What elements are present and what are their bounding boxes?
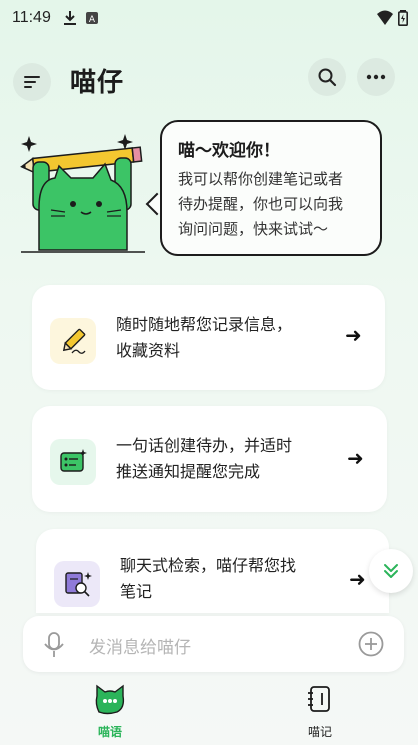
feature-text: 聊天式检索，喵仔帮您找 [120, 556, 297, 575]
feature-text: 笔记 [120, 582, 153, 601]
tab-label: 喵语 [97, 725, 122, 739]
cat-chat-icon [95, 684, 125, 715]
app-header: 喵仔 [0, 58, 418, 106]
menu-button[interactable] [13, 63, 51, 101]
search-icon [318, 68, 337, 87]
status-bar: 11:49 A [0, 0, 418, 36]
greeting-title: 喵～欢迎你！ [178, 141, 280, 161]
menu-icon [24, 76, 40, 88]
feature-text: 随时随地帮您记录信息， [116, 315, 293, 334]
pencil-note-icon [50, 318, 96, 364]
feature-text: 一句话创建待办，并适时 [116, 436, 293, 455]
message-input[interactable]: 发消息给喵仔 [89, 633, 191, 658]
wifi-icon [377, 10, 393, 25]
more-icon [366, 74, 386, 80]
speech-bubble: 喵～欢迎你！ 我可以帮你创建笔记或者 待办提醒，你也可以向我 询问问题，快来试试… [160, 120, 382, 256]
greeting-line: 询问问题，快来试试～ [178, 220, 329, 238]
scroll-down-button[interactable] [369, 549, 413, 593]
svg-text:A: A [89, 15, 96, 25]
microphone-icon[interactable] [43, 631, 65, 659]
more-button[interactable] [357, 58, 395, 96]
translate-icon: A [85, 12, 98, 25]
todo-list-icon [50, 439, 96, 485]
tab-label: 喵记 [307, 725, 332, 739]
search-button[interactable] [308, 58, 346, 96]
tab-notes[interactable]: 喵记 [280, 684, 360, 740]
arrow-right-icon: ➜ [347, 446, 364, 470]
feature-text: 收藏资料 [116, 341, 181, 360]
download-icon [63, 11, 76, 25]
feature-text: 推送通知提醒您完成 [116, 462, 261, 481]
feature-card-todo[interactable]: 一句话创建待办，并适时 推送通知提醒您完成 ➜ [32, 406, 387, 512]
battery-icon [398, 10, 408, 26]
greeting-line: 待办提醒，你也可以向我 [178, 195, 344, 213]
arrow-right-icon: ➜ [345, 323, 362, 347]
status-time: 11:49 [12, 9, 51, 26]
double-chevron-down-icon [384, 564, 398, 578]
message-input-bar[interactable]: 发消息给喵仔 [23, 616, 404, 672]
search-note-icon [54, 561, 100, 607]
arrow-right-icon: ➜ [349, 567, 366, 591]
welcome-hero: 喵～欢迎你！ 我可以帮你创建笔记或者 待办提醒，你也可以向我 询问问题，快来试试… [0, 118, 418, 268]
bottom-navigation: 喵语 喵记 [0, 680, 418, 745]
greeting-line: 我可以帮你创建笔记或者 [178, 170, 344, 188]
tab-chat[interactable]: 喵语 [70, 684, 150, 740]
feature-card-search[interactable]: 聊天式检索，喵仔帮您找 笔记 ➜ [36, 529, 389, 613]
feature-card-record[interactable]: 随时随地帮您记录信息， 收藏资料 ➜ [32, 285, 385, 390]
mascot-cat-icon [20, 134, 145, 253]
page-title: 喵仔 [70, 68, 125, 98]
add-icon[interactable] [358, 631, 384, 657]
notebook-icon [308, 686, 330, 712]
